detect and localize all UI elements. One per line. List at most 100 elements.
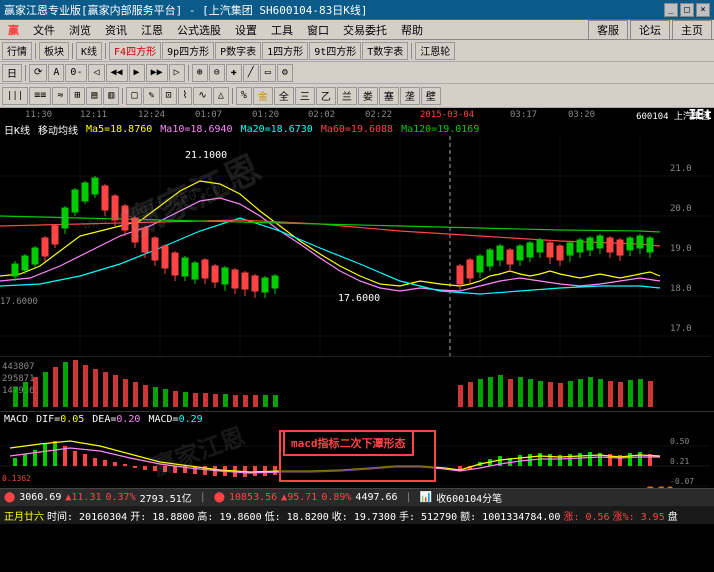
index1-change: ▲11.31 — [65, 492, 101, 503]
menu-gann[interactable]: 江恩 — [135, 21, 169, 39]
toolbar-row-1: 行情 板块 K线 F4四方形 9p四方形 P数字表 1四方形 9t四方形 T数字… — [0, 40, 714, 62]
indicator-btn2[interactable]: ≡≡ — [29, 87, 51, 105]
wave-btn1[interactable]: 全 — [274, 87, 294, 105]
menu-win[interactable]: 赢 — [2, 21, 25, 39]
iet-badge: IEt — [689, 108, 712, 123]
pct-btn[interactable]: % — [236, 87, 252, 105]
wave-btn8[interactable]: 壁 — [421, 87, 441, 105]
macd-val-label: MACD=0.29 — [148, 414, 202, 425]
dea-label: DEA=0.20 — [92, 414, 140, 425]
1-button[interactable]: 1四方形 — [262, 42, 308, 60]
rect-icon[interactable]: ▭ — [260, 64, 276, 82]
date-label-3: 12:24 — [138, 110, 165, 120]
day-btn[interactable]: 日 — [2, 64, 22, 82]
separator-4 — [411, 43, 412, 59]
kline-chart: 21.0 20.0 19.0 18.0 17.0 21.1000 17.6000… — [0, 136, 710, 356]
menu-help[interactable]: 帮助 — [395, 21, 429, 39]
p-num-button[interactable]: P数字表 — [215, 42, 261, 60]
bottom-status-bar-2: 正月廿六 时间: 20160304 开: 18.8800 高: 19.8600 … — [0, 506, 714, 524]
svg-text:19.0: 19.0 — [670, 244, 692, 254]
menu-tools[interactable]: 工具 — [265, 21, 299, 39]
indicator-btn3[interactable]: ≈ — [52, 87, 68, 105]
date-label-2: 12:11 — [80, 110, 107, 120]
title-text: 赢家江恩专业版[赢家内部服务平台] - [上汽集团 SH600104-83日K线… — [4, 2, 367, 18]
maximize-button[interactable]: □ — [680, 3, 694, 17]
forum-button[interactable]: 论坛 — [630, 20, 670, 40]
close-button[interactable]: × — [696, 3, 710, 17]
indicator-btn5[interactable]: ▤ — [86, 87, 102, 105]
cross-icon[interactable]: ✚ — [226, 64, 242, 82]
menu-file[interactable]: 文件 — [27, 21, 61, 39]
indicator-btn1[interactable]: ||| — [2, 87, 28, 105]
menu-settings[interactable]: 设置 — [229, 21, 263, 39]
line-icon[interactable]: ╱ — [243, 64, 259, 82]
wave-btn6[interactable]: 塞 — [379, 87, 399, 105]
prev-icon[interactable]: ◁ — [88, 64, 104, 82]
svg-text:0.21: 0.21 — [670, 457, 689, 466]
menu-window[interactable]: 窗口 — [301, 21, 335, 39]
t-num-button[interactable]: T数字表 — [362, 42, 408, 60]
volume-chart: 443807 295871 147936 — [0, 356, 710, 411]
gold-btn[interactable]: 金 — [253, 87, 273, 105]
draw-btn1[interactable]: □ — [126, 87, 142, 105]
ma20-value: Ma20=18.6730 — [241, 124, 313, 135]
bottom-status-bar-1: ⬤ 3060.69 ▲11.31 0.37% 2793.51亿 | ⬤ 1085… — [0, 488, 714, 506]
next-icon[interactable]: ▷ — [169, 64, 185, 82]
amount-label: 额: 1001334784.00 — [460, 508, 560, 523]
menu-browse[interactable]: 浏览 — [63, 21, 97, 39]
zoom-in-icon[interactable]: ⊕ — [192, 64, 208, 82]
gann-logo: gann360 — [607, 483, 674, 488]
dif-label: DIF=0.05 — [36, 414, 84, 425]
index2-change: ▲95.71 — [281, 492, 317, 503]
date-label-date: 2015-03-04 — [420, 110, 474, 120]
draw-btn4[interactable]: ⌇ — [178, 87, 193, 105]
indicator-btn4[interactable]: ⊞ — [69, 87, 85, 105]
refresh-icon[interactable]: ⟳ — [29, 64, 47, 82]
indicator-btn6[interactable]: ▥ — [103, 87, 119, 105]
customer-service-button[interactable]: 客服 — [588, 20, 628, 40]
draw-btn6[interactable]: △ — [213, 87, 229, 105]
menu-info[interactable]: 资讯 — [99, 21, 133, 39]
menu-trade[interactable]: 交易委托 — [337, 21, 393, 39]
market-button[interactable]: 行情 — [2, 42, 32, 60]
home-button[interactable]: 主页 — [672, 20, 712, 40]
9t-button[interactable]: 9t四方形 — [309, 42, 361, 60]
high-label: 高: 19.8600 — [197, 508, 261, 523]
minimize-button[interactable]: _ — [664, 3, 678, 17]
date-label-8: 03:17 — [510, 110, 537, 120]
wave-btn3[interactable]: 乙 — [316, 87, 336, 105]
zoom-out-icon[interactable]: ⊖ — [209, 64, 225, 82]
draw-btn5[interactable]: ∿ — [193, 87, 211, 105]
ma120-value: Ma120=19.0169 — [401, 124, 479, 135]
wave-btn5[interactable]: 娄 — [358, 87, 378, 105]
gann-wheel-button[interactable]: 江恩轮 — [415, 42, 455, 60]
close-label: 收: 19.7300 — [332, 508, 396, 523]
annotation-text: macd指标二次下潭形态 — [291, 437, 406, 450]
prev2-icon[interactable]: ◀◀ — [106, 64, 128, 82]
9p-button[interactable]: 9p四方形 — [162, 42, 214, 60]
macd-annotation: macd指标二次下潭形态 — [283, 430, 414, 456]
index2-pct: 0.89% — [321, 492, 351, 503]
play-icon[interactable]: ▶ — [129, 64, 145, 82]
draw-btn2[interactable]: ✎ — [143, 87, 159, 105]
next2-icon[interactable]: ▶▶ — [146, 64, 168, 82]
f4-button[interactable]: F4四方形 — [109, 42, 161, 60]
scale-icon[interactable]: 0- — [65, 64, 87, 82]
toolbar-row-3: ||| ≡≡ ≈ ⊞ ▤ ▥ □ ✎ ⊡ ⌇ ∿ △ % 金 全 三 乙 兰 娄… — [0, 84, 714, 108]
wave-btn4[interactable]: 兰 — [337, 87, 357, 105]
wave-btn2[interactable]: 三 — [295, 87, 315, 105]
tools-icon[interactable]: ⚙ — [277, 64, 293, 82]
svg-text:147936: 147936 — [2, 386, 35, 396]
kline-button[interactable]: K线 — [76, 42, 102, 60]
menu-formula[interactable]: 公式选股 — [171, 21, 227, 39]
draw-btn3[interactable]: ⊡ — [161, 87, 177, 105]
svg-text:17.0: 17.0 — [670, 324, 692, 334]
index2-vol: 4497.66 — [355, 492, 397, 503]
title-bar: 赢家江恩专业版[赢家内部服务平台] - [上汽集团 SH600104-83日K线… — [0, 0, 714, 20]
auto-icon[interactable]: A — [48, 64, 64, 82]
date-label-9: 03:20 — [568, 110, 595, 120]
ma10-value: Ma10=18.6940 — [160, 124, 232, 135]
sector-button[interactable]: 板块 — [39, 42, 69, 60]
wave-btn7[interactable]: 垄 — [400, 87, 420, 105]
svg-text:17.6000: 17.6000 — [338, 293, 380, 304]
